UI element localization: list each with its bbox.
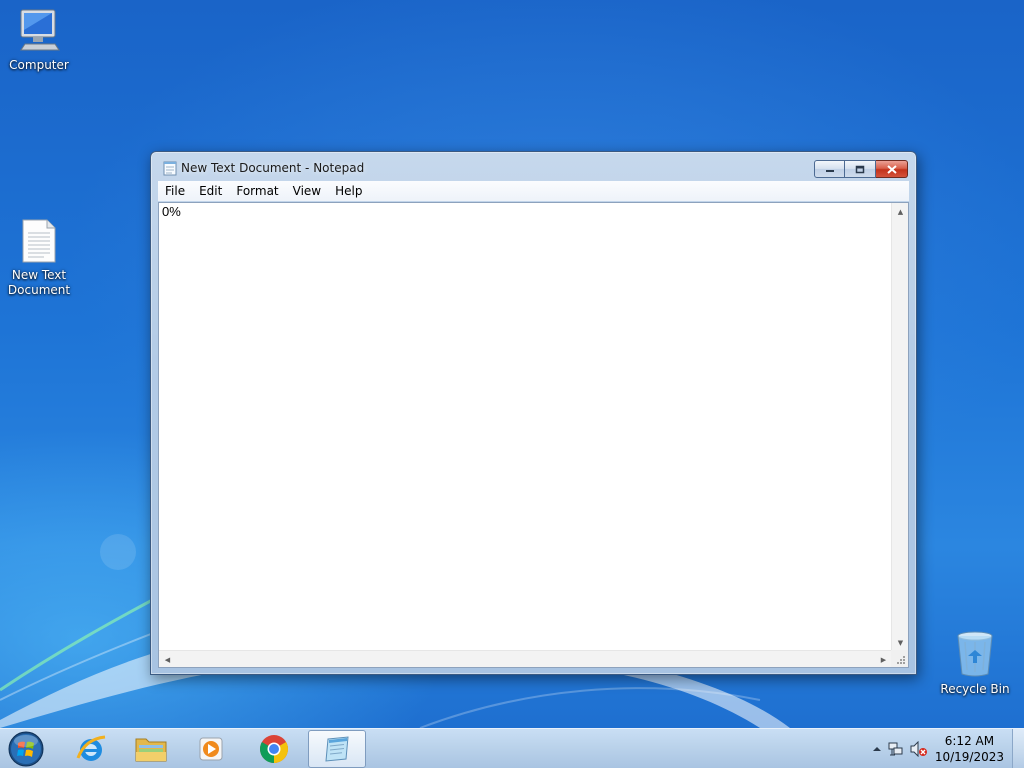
clock-time: 6:12 AM bbox=[944, 734, 995, 748]
close-icon bbox=[886, 164, 897, 174]
internet-explorer-icon bbox=[76, 735, 106, 761]
desktop-icon-recycle-bin[interactable]: Recycle Bin bbox=[937, 630, 1013, 697]
resize-grip-icon bbox=[897, 656, 905, 664]
volume-control[interactable] bbox=[910, 740, 928, 760]
taskbar: 6:12 AM 10/19/2023 bbox=[0, 728, 1024, 768]
menu-file[interactable]: File bbox=[158, 184, 192, 198]
caption-buttons bbox=[814, 160, 908, 178]
taskbar-chrome[interactable] bbox=[245, 730, 303, 768]
start-button[interactable] bbox=[6, 730, 46, 768]
scroll-right-icon[interactable]: ▶ bbox=[875, 651, 892, 668]
scroll-up-icon[interactable]: ▲ bbox=[892, 203, 909, 220]
maximize-button[interactable] bbox=[845, 160, 876, 178]
folder-icon bbox=[135, 738, 167, 762]
close-button[interactable] bbox=[876, 160, 908, 178]
notepad-icon bbox=[163, 161, 177, 176]
desktop-icon-new-text-document[interactable]: New Text Document bbox=[1, 218, 77, 298]
desktop-icon-label: Recycle Bin bbox=[940, 682, 1010, 696]
volume-muted-icon bbox=[910, 740, 927, 758]
taskbar-media-player[interactable] bbox=[182, 730, 240, 768]
resize-grip[interactable] bbox=[891, 650, 908, 667]
minimize-button[interactable] bbox=[814, 160, 845, 178]
menu-bar: File Edit Format View Help bbox=[158, 181, 909, 201]
menu-edit[interactable]: Edit bbox=[192, 184, 229, 198]
show-desktop-button[interactable] bbox=[1012, 729, 1024, 768]
window-title: New Text Document - Notepad bbox=[181, 161, 365, 175]
notepad-window[interactable]: New Text Document - Notepad File Edit Fo… bbox=[150, 151, 917, 675]
minimize-icon bbox=[825, 170, 834, 172]
taskbar-notepad[interactable] bbox=[308, 730, 366, 768]
computer-icon bbox=[20, 9, 60, 51]
scroll-down-icon[interactable]: ▼ bbox=[892, 634, 909, 651]
menu-format[interactable]: Format bbox=[229, 184, 285, 198]
horizontal-scrollbar[interactable]: ◀ ▶ bbox=[159, 650, 892, 667]
vertical-scrollbar[interactable]: ▲ ▼ bbox=[891, 203, 908, 651]
taskbar-internet-explorer[interactable] bbox=[62, 730, 120, 768]
text-editor[interactable]: 0% bbox=[159, 203, 892, 651]
network-icon bbox=[888, 742, 903, 756]
clock-date: 10/19/2023 bbox=[934, 750, 1004, 764]
desktop-icon-label: New Text Document bbox=[7, 268, 71, 297]
scroll-left-icon[interactable]: ◀ bbox=[159, 651, 176, 668]
menu-help[interactable]: Help bbox=[328, 184, 369, 198]
notepad-icon bbox=[325, 736, 349, 762]
chrome-icon bbox=[260, 735, 288, 763]
system-tray: 6:12 AM 10/19/2023 bbox=[864, 729, 1024, 768]
title-bar[interactable]: New Text Document - Notepad bbox=[151, 152, 916, 182]
menu-view[interactable]: View bbox=[286, 184, 328, 198]
windows-start-icon bbox=[8, 731, 44, 767]
show-hidden-icons-button[interactable] bbox=[872, 743, 882, 757]
editor-client-area: 0% ▲ ▼ ◀ ▶ bbox=[158, 202, 909, 668]
media-player-icon bbox=[199, 737, 223, 761]
clock[interactable]: 6:12 AM 10/19/2023 bbox=[935, 733, 1004, 765]
taskbar-windows-explorer[interactable] bbox=[122, 730, 180, 768]
network-status[interactable] bbox=[888, 741, 904, 760]
maximize-icon bbox=[855, 165, 865, 173]
desktop-icon-label: Computer bbox=[9, 58, 69, 72]
text-file-icon bbox=[22, 219, 56, 263]
desktop-icon-computer[interactable]: Computer bbox=[1, 8, 77, 73]
recycle-bin-icon bbox=[957, 631, 993, 677]
show-hidden-icons bbox=[873, 747, 881, 751]
